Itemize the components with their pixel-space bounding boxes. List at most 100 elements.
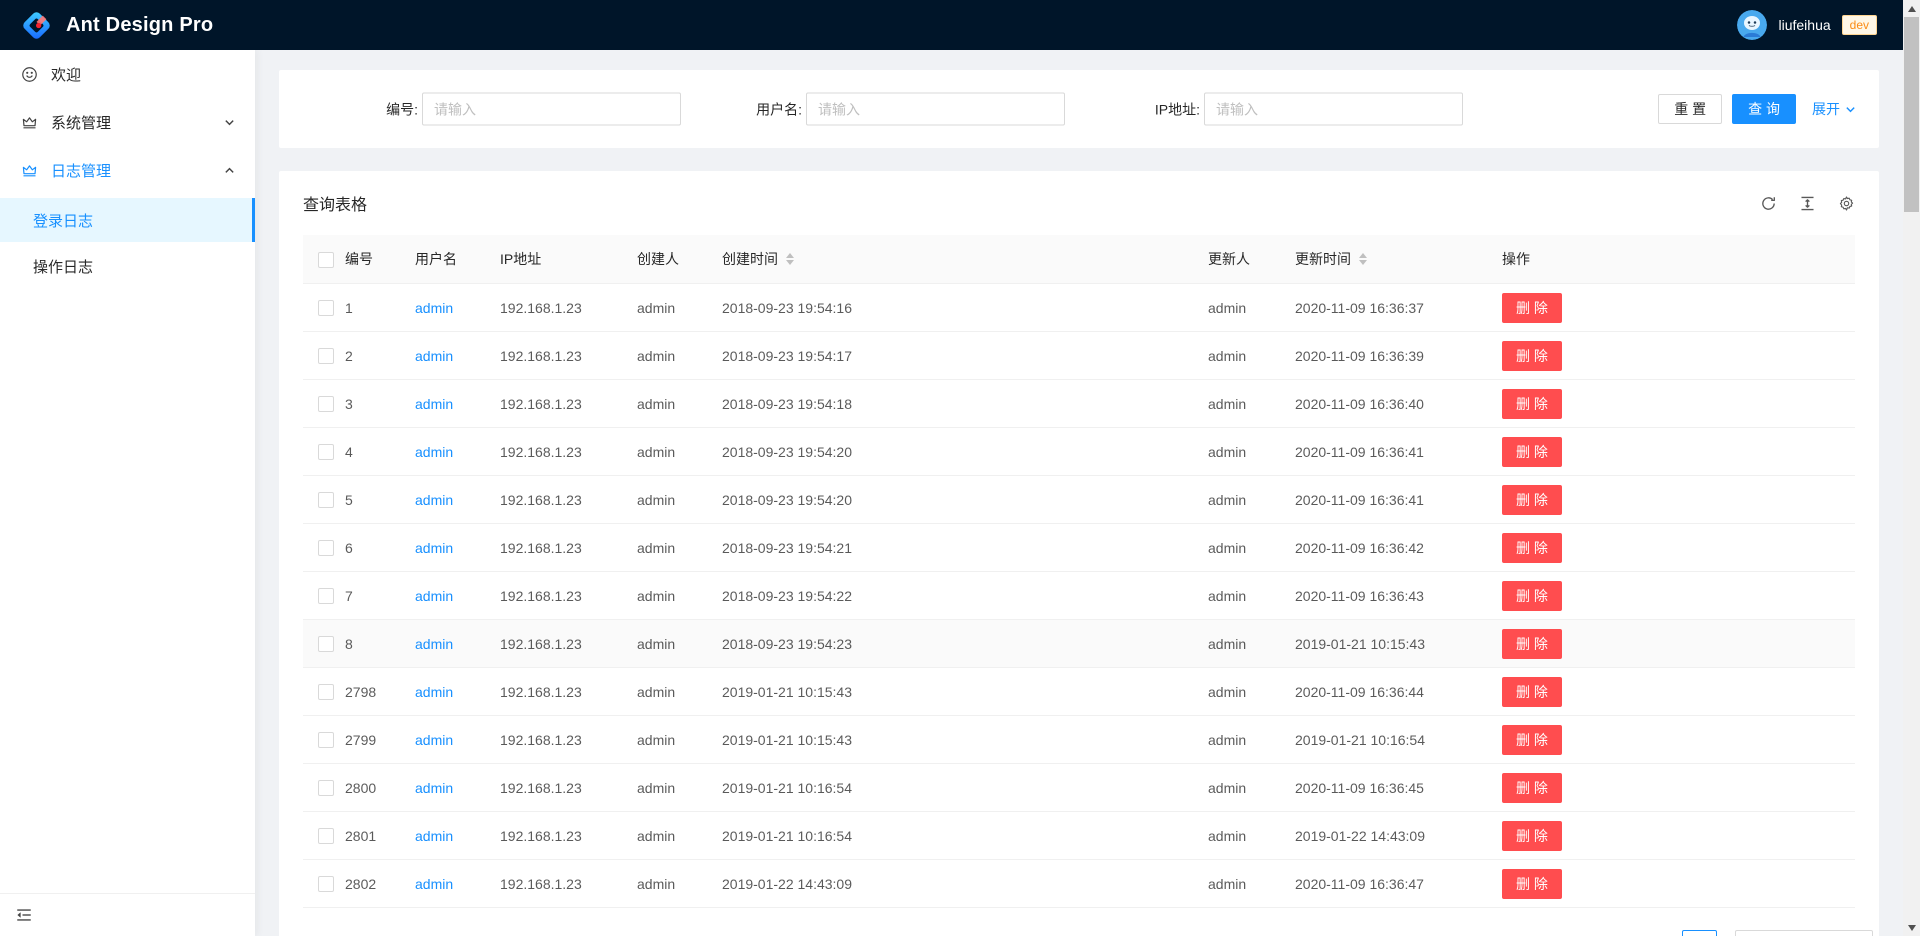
username-input[interactable] (806, 93, 1065, 126)
ip-input[interactable] (1204, 93, 1463, 126)
username-link[interactable]: admin (415, 876, 453, 892)
column-header-updated-time[interactable]: 更新时间 (1295, 249, 1502, 269)
delete-button[interactable]: 删 除 (1502, 725, 1562, 755)
query-button[interactable]: 查 询 (1732, 94, 1796, 124)
scrollbar-thumb[interactable] (1904, 17, 1919, 212)
pagination-page-size-select[interactable] (1735, 930, 1873, 936)
page-scrollbar[interactable] (1903, 0, 1920, 936)
delete-button[interactable]: 删 除 (1502, 533, 1562, 563)
delete-button[interactable]: 删 除 (1502, 389, 1562, 419)
cell-creator: admin (637, 780, 722, 796)
delete-button[interactable]: 删 除 (1502, 773, 1562, 803)
table-row: 4 admin 192.168.1.23 admin 2018-09-23 19… (303, 428, 1855, 476)
sidebar-footer (0, 893, 255, 936)
cell-updater: admin (1208, 348, 1295, 364)
cell-id: 2802 (345, 876, 415, 892)
expand-link[interactable]: 展开 (1812, 99, 1856, 119)
delete-button[interactable]: 删 除 (1502, 293, 1562, 323)
delete-button[interactable]: 删 除 (1502, 485, 1562, 515)
delete-button[interactable]: 删 除 (1502, 629, 1562, 659)
cell-creator: admin (637, 684, 722, 700)
cell-updated-time: 2020-11-09 16:36:41 (1295, 492, 1502, 508)
username-link[interactable]: admin (415, 444, 453, 460)
table-row: 2801 admin 192.168.1.23 admin 2019-01-21… (303, 812, 1855, 860)
row-checkbox[interactable] (318, 444, 334, 460)
scrollbar-up-arrow-icon[interactable] (1903, 0, 1920, 17)
logo[interactable]: Ant Design Pro (20, 9, 213, 42)
username-link[interactable]: admin (415, 828, 453, 844)
row-checkbox[interactable] (318, 636, 334, 652)
delete-button[interactable]: 删 除 (1502, 437, 1562, 467)
table-row: 8 admin 192.168.1.23 admin 2018-09-23 19… (303, 620, 1855, 668)
menu-fold-icon[interactable] (15, 906, 33, 924)
id-input[interactable] (422, 93, 681, 126)
username-link[interactable]: admin (415, 492, 453, 508)
delete-button[interactable]: 删 除 (1502, 821, 1562, 851)
cell-updated-time: 2020-11-09 16:36:37 (1295, 300, 1502, 316)
username-link[interactable]: admin (415, 684, 453, 700)
cell-id: 2800 (345, 780, 415, 796)
row-checkbox[interactable] (318, 780, 334, 796)
username-link[interactable]: admin (415, 540, 453, 556)
delete-button[interactable]: 删 除 (1502, 341, 1562, 371)
delete-button[interactable]: 删 除 (1502, 581, 1562, 611)
cell-updated-time: 2020-11-09 16:36:41 (1295, 444, 1502, 460)
reset-button[interactable]: 重 置 (1658, 94, 1722, 124)
row-checkbox[interactable] (318, 876, 334, 892)
content: 编号: 用户名: IP地址: 重 置 查 询 展开 (255, 50, 1903, 936)
cell-updater: admin (1208, 396, 1295, 412)
sidebar-item-label: 系统管理 (51, 112, 111, 133)
cell-ip: 192.168.1.23 (500, 300, 637, 316)
row-checkbox[interactable] (318, 732, 334, 748)
username-link[interactable]: admin (415, 348, 453, 364)
row-checkbox[interactable] (318, 396, 334, 412)
sidebar-item-log-management[interactable]: 日志管理 (0, 150, 255, 190)
scrollbar-down-arrow-icon[interactable] (1903, 919, 1920, 936)
cell-ip: 192.168.1.23 (500, 636, 637, 652)
expand-label: 展开 (1812, 99, 1840, 119)
username-link[interactable]: admin (415, 396, 453, 412)
row-checkbox[interactable] (318, 684, 334, 700)
table-card-header: 查询表格 (279, 171, 1879, 235)
username-link[interactable]: admin (415, 588, 453, 604)
delete-button[interactable]: 删 除 (1502, 869, 1562, 899)
column-header-created-time[interactable]: 创建时间 (722, 249, 1208, 269)
username-link[interactable]: admin (415, 780, 453, 796)
crown-icon (21, 162, 38, 179)
cell-updater: admin (1208, 540, 1295, 556)
setting-icon[interactable] (1838, 195, 1855, 212)
row-checkbox[interactable] (318, 588, 334, 604)
query-table-card: 查询表格 (279, 171, 1879, 936)
row-checkbox[interactable] (318, 348, 334, 364)
column-header-username: 用户名 (415, 249, 500, 269)
cell-updated-time: 2020-11-09 16:36:39 (1295, 348, 1502, 364)
username-link[interactable]: admin (415, 732, 453, 748)
sidebar-item-welcome[interactable]: 欢迎 (0, 54, 255, 94)
cell-created-time: 2018-09-23 19:54:18 (722, 396, 1208, 412)
row-checkbox[interactable] (318, 492, 334, 508)
column-height-icon[interactable] (1799, 195, 1816, 212)
cell-creator: admin (637, 828, 722, 844)
sidebar-item-operation-log[interactable]: 操作日志 (0, 244, 255, 288)
header-right: liufeihua dev (1737, 10, 1877, 40)
pagination-active-page[interactable] (1682, 930, 1717, 936)
cell-id: 1 (345, 300, 415, 316)
username[interactable]: liufeihua (1778, 17, 1830, 33)
sidebar-item-login-log[interactable]: 登录日志 (0, 198, 255, 242)
table-header-row: 编号 用户名 IP地址 创建人 创建时间 更新人 更新时间 操作 (303, 235, 1855, 284)
cell-updated-time: 2019-01-22 14:43:09 (1295, 828, 1502, 844)
username-link[interactable]: admin (415, 636, 453, 652)
reload-icon[interactable] (1760, 195, 1777, 212)
row-checkbox[interactable] (318, 540, 334, 556)
table-row: 1 admin 192.168.1.23 admin 2018-09-23 19… (303, 284, 1855, 332)
avatar[interactable] (1737, 10, 1767, 40)
cell-ip: 192.168.1.23 (500, 396, 637, 412)
sort-icon (1359, 253, 1367, 265)
sidebar-item-system-management[interactable]: 系统管理 (0, 102, 255, 142)
username-link[interactable]: admin (415, 300, 453, 316)
select-all-checkbox[interactable] (318, 252, 334, 268)
cell-creator: admin (637, 348, 722, 364)
delete-button[interactable]: 删 除 (1502, 677, 1562, 707)
row-checkbox[interactable] (318, 300, 334, 316)
row-checkbox[interactable] (318, 828, 334, 844)
